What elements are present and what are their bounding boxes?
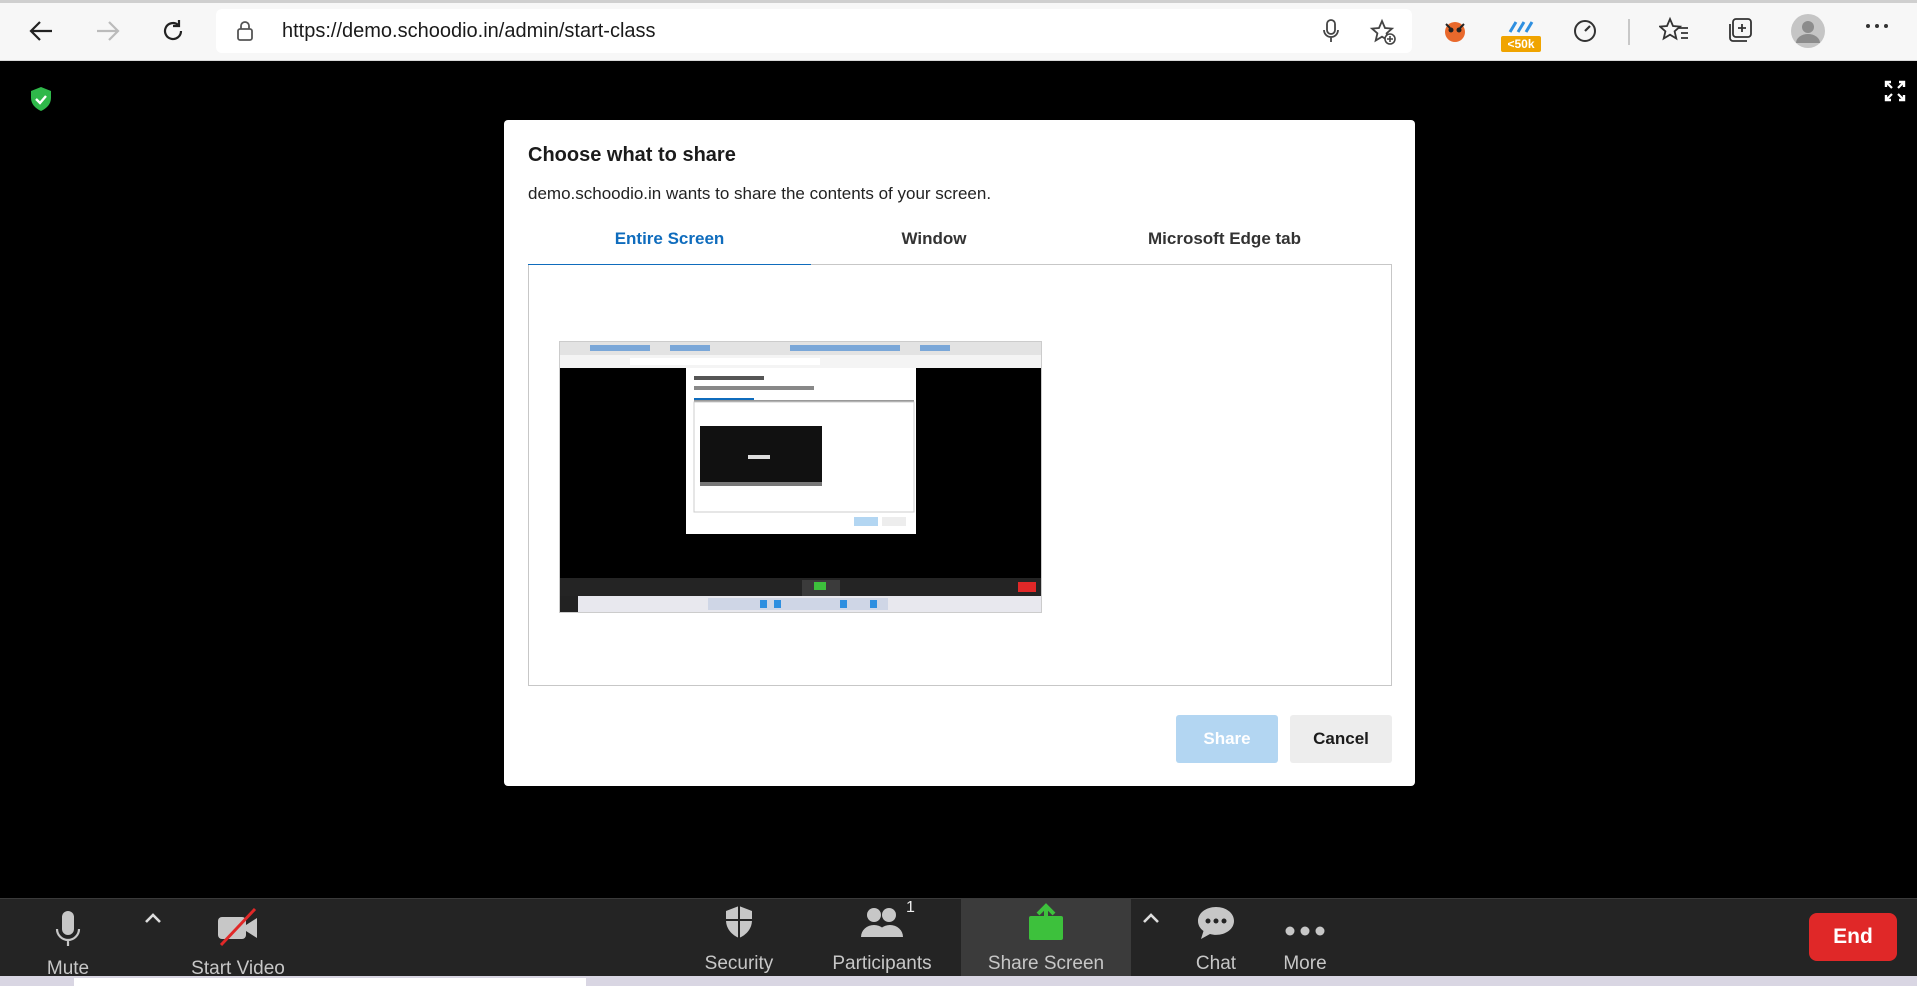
share-screen-label: Share Screen [987,953,1105,974]
forward-button[interactable] [89,12,127,50]
shield-icon [726,906,752,938]
tab-entire-screen[interactable]: Entire Screen [528,222,811,267]
address-bar[interactable]: https://demo.schoodio.in/admin/start-cla… [216,9,1412,53]
audio-options-button[interactable] [138,899,168,977]
cancel-button[interactable]: Cancel [1290,715,1392,763]
participants-label: Participants [832,953,932,974]
toolbar-separator [1628,19,1630,45]
dialog-subtitle: demo.schoodio.in wants to share the cont… [528,184,992,203]
url-text: https://demo.schoodio.in/admin/start-cla… [282,20,656,42]
more-label: More [1283,953,1327,974]
more-icon[interactable] [1864,22,1890,30]
more-icon [1285,926,1325,936]
performance-icon[interactable] [1572,18,1598,44]
fullscreen-icon[interactable] [1884,80,1906,102]
meeting-toolbar: Mute Start Video Security 1 Participants… [0,898,1917,979]
chat-icon [1198,907,1234,939]
video-off-icon [218,907,257,947]
share-button[interactable]: Share [1176,715,1278,763]
microphone-icon [55,911,81,946]
chat-button[interactable]: Chat [1186,899,1246,977]
participants-icon [861,908,903,937]
browser-toolbar: https://demo.schoodio.in/admin/start-cla… [0,0,1917,61]
add-favorite-icon[interactable] [1369,18,1397,46]
microphone-icon[interactable] [1322,19,1340,43]
lock-icon[interactable] [236,21,254,41]
favorites-icon[interactable] [1659,16,1689,44]
share-screen-button[interactable]: Share Screen [961,899,1131,977]
share-options-button[interactable] [1136,899,1166,977]
chevron-up-icon [145,913,161,923]
screen-thumbnail[interactable] [559,341,1042,613]
participants-button[interactable]: 1 Participants [826,899,938,977]
tab-window[interactable]: Window [811,222,1057,264]
meeting-stage: Choose what to share demo.schoodio.in wa… [0,61,1917,898]
security-label: Security [704,953,774,974]
collections-icon[interactable] [1726,16,1754,44]
more-button[interactable]: More [1274,899,1336,977]
screen-preview-image [560,342,1041,612]
back-button[interactable] [22,12,60,50]
encryption-shield-icon[interactable] [29,86,53,112]
screen-list-pane [528,265,1392,686]
share-screen-dialog: Choose what to share demo.schoodio.in wa… [504,120,1415,786]
extension-badge: <50k [1501,36,1541,52]
end-meeting-button[interactable]: End [1809,913,1897,961]
taskbar-edge [0,976,1917,986]
chat-label: Chat [1195,953,1237,974]
extension-icon[interactable] [1440,16,1470,46]
chevron-up-icon [1143,913,1159,923]
dialog-title: Choose what to share [528,144,736,166]
extension-badge-icon[interactable] [1506,18,1536,36]
participants-count: 1 [906,899,915,916]
refresh-button[interactable] [154,12,192,50]
start-video-button[interactable]: Start Video [183,899,293,979]
refresh-icon [163,20,183,41]
share-tabs: Entire Screen Window Microsoft Edge tab [528,222,1392,267]
profile-icon[interactable] [1790,13,1826,49]
tab-strip-edge [0,0,1917,3]
tab-edge-tab[interactable]: Microsoft Edge tab [1057,222,1392,264]
back-icon [29,21,52,41]
security-button[interactable]: Security [696,899,782,977]
taskbar-window-strip [74,978,586,986]
share-screen-icon [1029,903,1063,940]
mute-button[interactable]: Mute [30,899,106,979]
forward-icon [97,21,120,41]
